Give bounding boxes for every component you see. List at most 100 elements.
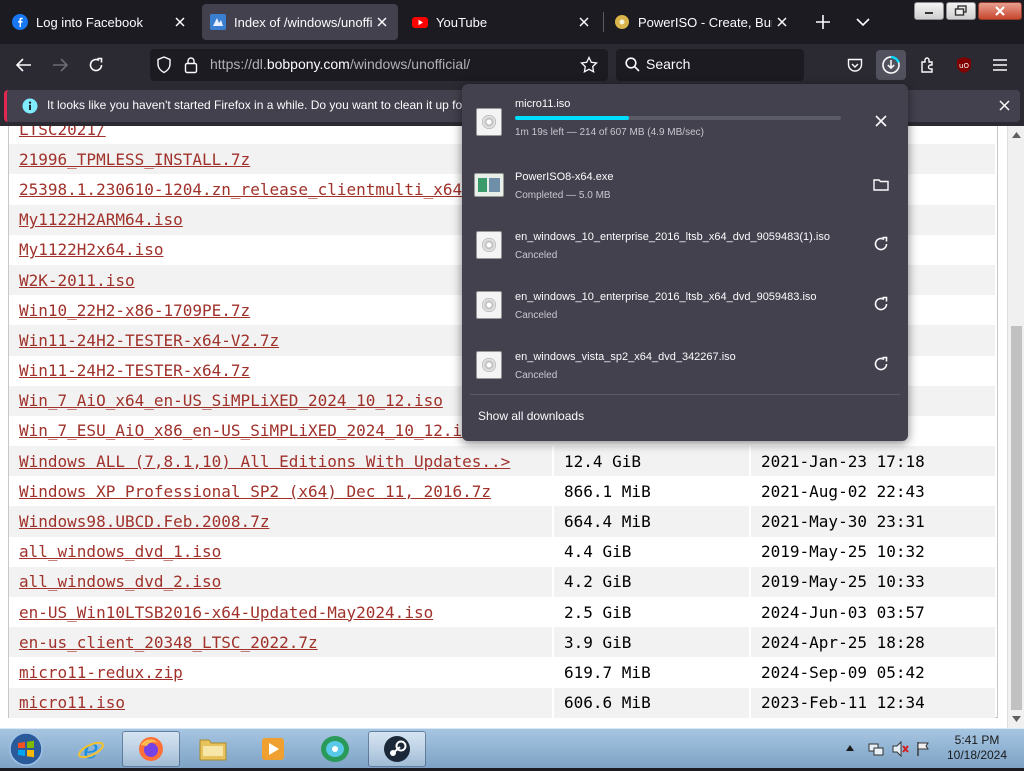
ublock-origin-button[interactable]: uO [949,50,979,80]
extensions-button[interactable] [913,50,943,80]
show-all-downloads-link[interactable]: Show all downloads [478,409,584,423]
file-name-cell: micro11-redux.zip [9,657,553,687]
start-button[interactable] [6,731,46,767]
show-in-folder-button[interactable] [866,169,896,199]
firefox-icon [139,737,163,761]
taskbar-media-player[interactable] [244,731,302,767]
close-notification-icon[interactable] [999,100,1010,111]
network-icon[interactable] [868,741,884,757]
search-bar[interactable]: Search [616,49,804,81]
vertical-scrollbar[interactable] [1007,126,1024,728]
clock-date: 10/18/2024 [946,748,1008,762]
file-link[interactable]: 21996_TPMLESS_INSTALL.7z [19,150,250,169]
close-tab-icon[interactable] [772,12,792,32]
tab-index-windows[interactable]: Index of /windows/unoffici [202,4,398,40]
retry-download-button[interactable] [866,289,896,319]
tab-title: PowerISO - Create, Burn, M [638,14,772,30]
file-link[interactable]: Windows98.UBCD.Feb.2008.7z [19,512,269,531]
shield-icon[interactable] [156,56,172,74]
scroll-up-icon[interactable] [1012,132,1021,138]
url-path: /windows/unofficial/ [349,56,471,72]
file-link[interactable]: Windows ALL (7,8.1,10) All Editions With… [19,452,510,471]
file-link[interactable]: micro11-redux.zip [19,663,183,682]
cancel-icon [875,115,887,127]
tab-title: Index of /windows/unoffici [234,14,372,30]
window-controls [914,2,1022,20]
downloads-button[interactable] [876,50,906,80]
file-link[interactable]: Win10_22H2-x86-1709PE.7z [19,301,250,320]
file-date-cell: 2023-Feb-11 12:34 [749,687,995,718]
clock-time: 5:41 PM [954,733,1000,747]
bookmark-star-icon[interactable] [580,56,598,74]
download-progress-fill [515,116,630,120]
volume-muted-icon[interactable] [892,741,910,757]
tab-poweriso[interactable]: PowerISO - Create, Burn, M [606,4,798,40]
close-window-button[interactable] [978,2,1022,20]
url-text: https://dl.bobpony.com/windows/unofficia… [210,56,470,72]
show-hidden-icons-icon[interactable] [846,745,854,751]
file-link[interactable]: W2K-2011.iso [19,271,135,290]
retry-download-button[interactable] [866,229,896,259]
file-link[interactable]: 25398.1.230610-1204.zn_release_clientmul… [19,180,510,199]
taskbar-internet-explorer[interactable]: e [62,731,120,767]
file-link[interactable]: Win_7_ESU_AiO_x86_en-US_SiMPLiXED_2024_1… [19,421,481,440]
table-row: Windows98.UBCD.Feb.2008.7z 664.4 MiB 2021-… [9,506,995,537]
download-name: PowerISO8-x64.exe [515,171,614,183]
file-link[interactable]: micro11.iso [19,693,125,712]
file-link[interactable]: My1122H2x64.iso [19,240,164,259]
scrollbar-thumb[interactable] [1011,326,1022,710]
new-tab-button[interactable] [808,7,838,37]
poweriso-icon [615,15,629,29]
file-link[interactable]: en-US_Win10LTSB2016-x64-Updated-May2024.… [19,603,433,622]
retry-download-button[interactable] [866,349,896,379]
restore-button[interactable] [946,2,976,20]
tab-title: YouTube [436,14,488,30]
close-tab-icon[interactable] [372,12,392,32]
list-all-tabs-button[interactable] [848,7,878,37]
download-item[interactable]: en_windows_10_enterprise_2016_ltsb_x64_d… [462,217,908,273]
close-tab-icon[interactable] [574,12,594,32]
download-status: Canceled [515,370,558,381]
forward-button[interactable] [45,50,75,80]
download-item[interactable]: en_windows_vista_sp2_x64_dvd_342267.iso … [462,337,908,393]
download-item[interactable]: PowerISO8-x64.exe Completed — 5.0 MB [462,157,908,213]
tab-youtube[interactable]: YouTube [404,4,600,40]
folder-icon [873,178,889,191]
file-link[interactable]: Win11-24H2-TESTER-x64.7z [19,361,250,380]
clock[interactable]: 5:41 PM 10/18/2024 [940,733,1014,763]
file-link[interactable]: LTSC2021/ [19,126,106,139]
file-link[interactable]: Win11-24H2-TESTER-x64-V2.7z [19,331,279,350]
reload-button[interactable] [81,50,111,80]
file-size-cell: 3.9 GiB [552,627,750,658]
minimize-button[interactable] [914,2,944,20]
lock-icon[interactable] [184,56,198,74]
download-item[interactable]: en_windows_10_enterprise_2016_ltsb_x64_d… [462,277,908,333]
scroll-down-icon[interactable] [1012,716,1021,722]
file-date-cell: 2024-Sep-09 05:42 [749,657,995,688]
chevron-down-icon [856,18,870,27]
file-link[interactable]: all_windows_dvd_2.iso [19,572,221,591]
file-size-cell: 664.4 MiB [552,506,750,537]
back-button[interactable] [9,50,39,80]
tab-separator [603,12,604,32]
tab-facebook[interactable]: Log into Facebook [4,4,196,40]
file-link[interactable]: Windows XP Professional SP2 (x64) Dec 11… [19,482,491,501]
file-link[interactable]: My1122H2ARM64.iso [19,210,183,229]
taskbar-poweriso[interactable] [306,731,364,767]
file-link[interactable]: all_windows_dvd_1.iso [19,542,221,561]
download-item[interactable]: micro11.iso 1m 19s left — 214 of 607 MB … [462,94,908,150]
taskbar-file-explorer[interactable] [184,731,242,767]
taskbar-firefox[interactable] [122,731,180,767]
file-name-cell: Windows98.UBCD.Feb.2008.7z [9,506,553,537]
file-link[interactable]: en-us_client_20348_LTSC_2022.7z [19,633,318,652]
url-bar[interactable]: https://dl.bobpony.com/windows/unofficia… [150,49,608,81]
close-tab-icon[interactable] [170,12,190,32]
file-link[interactable]: Win_7_AiO_x64_en-US_SiMPLiXED_2024_10_12… [19,391,443,410]
taskbar-steam[interactable] [368,731,426,767]
cancel-download-button[interactable] [866,106,896,136]
file-date-cell: 2024-Apr-25 18:28 [749,627,995,658]
pocket-button[interactable] [840,50,870,80]
action-center-flag-icon[interactable] [916,741,930,757]
app-menu-button[interactable] [985,50,1015,80]
table-row: all_windows_dvd_1.iso 4.4 GiB 2019-May-25 … [9,536,995,567]
